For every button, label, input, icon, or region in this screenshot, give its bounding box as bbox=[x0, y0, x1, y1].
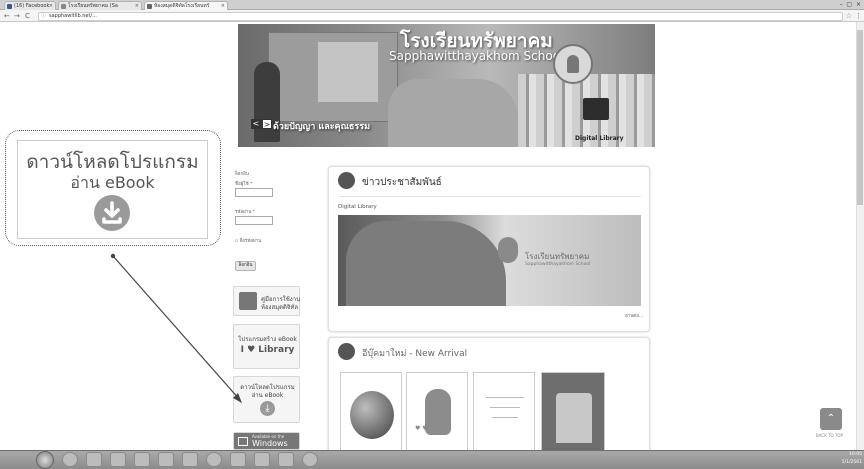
photos-icon[interactable] bbox=[254, 452, 270, 467]
system-tray[interactable]: 10:05 5/1/2561 bbox=[842, 451, 862, 467]
taskbar bbox=[0, 450, 864, 469]
tab-library[interactable]: ห้องสมุดดิจิทัลโรงเรียนทรั × bbox=[144, 1, 228, 10]
login-heading: ล็อกอิน bbox=[235, 172, 249, 177]
book-cover-document[interactable] bbox=[473, 372, 535, 452]
slide-next-button[interactable]: > bbox=[262, 119, 272, 129]
new-arrival-title: อีบุ๊คมาใหม่ - New Arrival bbox=[362, 349, 468, 359]
manual-link[interactable]: คู่มือการใช้งาน ห้องสมุดดิจิทัล bbox=[233, 286, 300, 316]
tab-school[interactable]: โรงเรียนทรัพยาคม (Sa × bbox=[58, 1, 142, 10]
manual-label-line2: ห้องสมุดดิจิทัล bbox=[261, 304, 299, 311]
tab-label: โรงเรียนทรัพยาคม (Sa bbox=[68, 3, 118, 9]
word-icon[interactable] bbox=[230, 452, 246, 467]
username-label: ชื่อผู้ใช้ * bbox=[235, 182, 253, 187]
notepad-icon[interactable] bbox=[182, 452, 198, 467]
book-icon bbox=[338, 343, 355, 360]
url-input[interactable]: ⓘ sapphawitlib.net/... bbox=[38, 12, 843, 21]
ilibrary-label: I ♥ Library bbox=[240, 345, 295, 355]
forward-icon[interactable]: → bbox=[14, 11, 20, 21]
start-button[interactable] bbox=[36, 451, 54, 469]
text-line bbox=[490, 407, 520, 408]
heart-icon: ♥ ♥ bbox=[415, 425, 428, 432]
password-label: รหัสผ่าน * bbox=[235, 210, 256, 215]
scrollbar-thumb[interactable] bbox=[857, 30, 863, 205]
tab-label: ห้องสมุดดิจิทัลโรงเรียนทรั bbox=[154, 3, 210, 9]
digital-library-label: Digital Library bbox=[575, 135, 624, 142]
chat-icon[interactable] bbox=[302, 452, 318, 467]
info-icon: ⓘ bbox=[41, 13, 47, 19]
menu-icon[interactable]: ⋮ bbox=[855, 12, 862, 21]
remember-me-checkbox[interactable]: ▫ จื่อรหัสผ่าน bbox=[235, 237, 261, 244]
window-controls[interactable]: – ▢ × bbox=[839, 0, 862, 9]
callout-title-line2: อ่าน eBook bbox=[70, 173, 155, 192]
divider bbox=[338, 196, 641, 197]
download-reader-link[interactable]: ดาวน์โหลดโปรแกรม อ่าน eBook ⤓ bbox=[233, 376, 300, 423]
close-icon[interactable]: × bbox=[221, 2, 225, 10]
windows-icon bbox=[238, 437, 248, 446]
book-icon bbox=[583, 98, 609, 120]
slide-prev-button[interactable]: < bbox=[251, 119, 261, 129]
students-image bbox=[388, 79, 518, 147]
site-icon bbox=[147, 4, 152, 9]
reload-icon[interactable]: C bbox=[25, 11, 30, 21]
close-icon[interactable]: × bbox=[49, 2, 53, 10]
paint-icon[interactable] bbox=[134, 452, 150, 467]
create-ebook-label: โปรแกรมสร้าง eBook bbox=[238, 336, 297, 343]
school-name-english: Sapphawitthayakhom School bbox=[389, 49, 564, 63]
school-crest-icon bbox=[553, 44, 593, 84]
castle-image bbox=[556, 393, 592, 443]
cartoon-dog-image bbox=[425, 389, 451, 435]
media-player-icon[interactable] bbox=[110, 452, 126, 467]
news-item-title[interactable]: Digital Library bbox=[338, 204, 377, 210]
username-input[interactable] bbox=[235, 188, 273, 197]
internet-explorer-icon[interactable] bbox=[62, 452, 78, 467]
tab-bar: (16) Facebook × โรงเรียนทรัพยาคม (Sa × ห… bbox=[0, 0, 864, 10]
news-image-caption-english: Sapphawitthayakhom School bbox=[525, 262, 591, 267]
back-to-top-button[interactable]: ⌃ bbox=[820, 408, 842, 430]
apple-image bbox=[350, 391, 394, 439]
publisher-icon[interactable] bbox=[158, 452, 174, 467]
bookmark-star-icon[interactable]: ☆ bbox=[846, 12, 852, 21]
book-cover-cartoon[interactable]: ♥ ♥ bbox=[406, 372, 468, 452]
viewer-icon[interactable] bbox=[278, 452, 294, 467]
remember-me-label: จื่อรหัสผ่าน bbox=[239, 239, 262, 244]
megaphone-icon bbox=[338, 172, 355, 189]
login-button[interactable]: ล็อกอิน bbox=[235, 261, 256, 271]
windows-store-badge[interactable]: Available on the Windows bbox=[233, 432, 300, 450]
download-label-line2: อ่าน eBook bbox=[251, 392, 284, 399]
banner-slogan: ด้วยปัญญา และคุณธรรม bbox=[273, 122, 371, 132]
clock-time: 10:05 bbox=[849, 452, 862, 457]
download-icon bbox=[94, 195, 130, 231]
manual-icon bbox=[239, 292, 257, 310]
tab-label: (16) Facebook bbox=[14, 3, 50, 9]
students-image bbox=[346, 221, 506, 306]
file-explorer-icon[interactable] bbox=[86, 452, 102, 467]
news-title: ข่าวประชาสัมพันธ์ bbox=[362, 177, 442, 188]
text-line bbox=[492, 417, 518, 418]
download-icon: ⤓ bbox=[260, 401, 275, 416]
windows-badge-line2: Windows bbox=[252, 439, 288, 448]
book-cover-apple[interactable] bbox=[340, 372, 402, 452]
close-icon[interactable]: × bbox=[135, 2, 139, 10]
back-to-top-label: BACK TO TOP bbox=[816, 433, 843, 438]
poster-image bbox=[318, 42, 378, 102]
tab-facebook[interactable]: (16) Facebook × bbox=[4, 1, 56, 10]
school-crest-icon bbox=[498, 237, 518, 263]
back-icon[interactable]: ← bbox=[4, 11, 10, 21]
clock-date: 5/1/2561 bbox=[841, 460, 862, 465]
news-image[interactable]: โรงเรียนทรัพยาคม Sapphawitthayakhom Scho… bbox=[338, 215, 641, 306]
facebook-icon bbox=[7, 4, 12, 9]
site-icon bbox=[61, 4, 66, 9]
book-cover-castle[interactable] bbox=[541, 372, 605, 452]
create-ebook-link[interactable]: โปรแกรมสร้าง eBook I ♥ Library bbox=[233, 324, 300, 369]
password-input[interactable] bbox=[235, 216, 273, 225]
chrome-icon[interactable] bbox=[206, 452, 222, 467]
text-line bbox=[486, 397, 524, 398]
url-text: sapphawitlib.net/... bbox=[49, 13, 97, 19]
read-more-link[interactable]: อ่านต่อ... bbox=[625, 312, 643, 319]
